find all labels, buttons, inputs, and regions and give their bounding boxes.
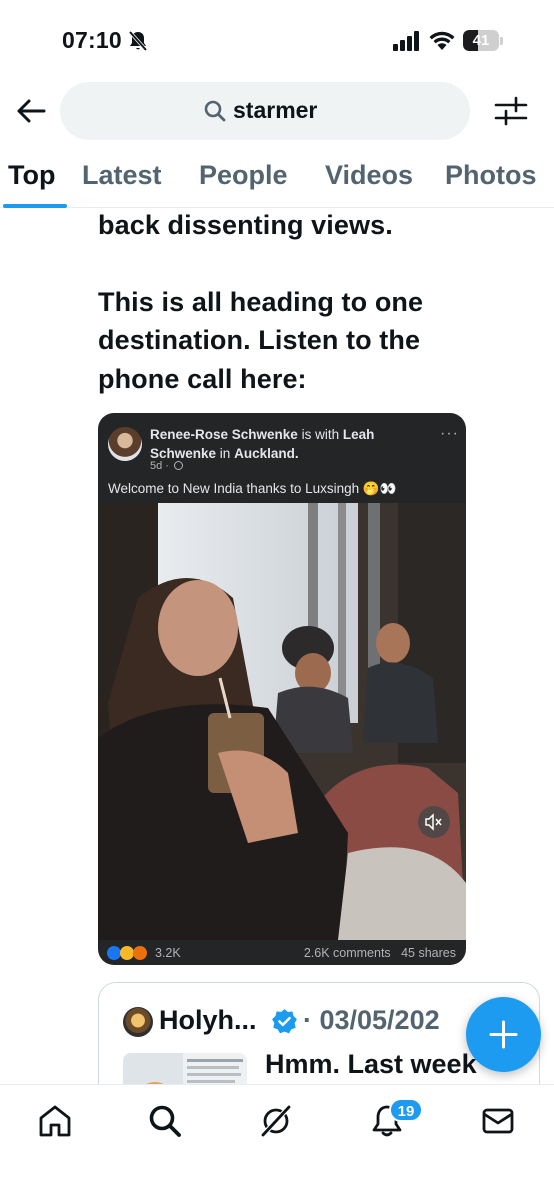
avatar xyxy=(123,1007,153,1037)
bell-off-icon xyxy=(128,30,148,52)
search-tabs: Top Latest People Videos Photos xyxy=(0,150,554,208)
bottom-navigation: 19 xyxy=(0,1084,554,1199)
search-query: starmer xyxy=(233,97,318,123)
plus-icon xyxy=(489,1020,518,1049)
cellular-signal-icon xyxy=(393,31,419,51)
embed-author: Renee-Rose Schwenke xyxy=(150,427,298,442)
verified-badge-icon xyxy=(272,1009,297,1034)
embed-caption: Welcome to New India thanks to Luxsingh … xyxy=(108,481,397,496)
speaker-mute-icon xyxy=(425,813,442,831)
tab-top[interactable]: Top xyxy=(8,160,55,191)
status-bar: 07:10 41 xyxy=(0,0,554,80)
search-input[interactable]: starmer xyxy=(60,82,470,140)
reaction-count: 3.2K xyxy=(155,946,181,960)
globe-icon xyxy=(174,461,184,470)
quoted-author-name: Holyh... xyxy=(159,1005,257,1035)
embed-with-name-last: Schwenke xyxy=(150,446,217,461)
mute-button[interactable] xyxy=(418,806,450,838)
notifications-badge: 19 xyxy=(389,1098,423,1122)
embed-footer: 3.2K 2.6K comments 45 shares xyxy=(98,943,466,965)
embed-in-text: in xyxy=(219,446,231,461)
tweet-text-line: destination. Listen to the xyxy=(98,325,421,355)
wifi-icon xyxy=(429,31,455,50)
quoted-text: Hmm. Last week xyxy=(265,1049,477,1079)
back-arrow-icon[interactable] xyxy=(14,94,48,128)
comment-count: 2.6K comments xyxy=(303,946,391,960)
embed-location: Auckland. xyxy=(234,446,299,461)
tweet-text-line: back dissenting views. xyxy=(98,210,393,240)
compose-button[interactable] xyxy=(466,997,541,1072)
battery-indicator: 41 xyxy=(463,30,503,52)
tweet-text-line: phone call here: xyxy=(98,364,307,394)
messages-envelope-icon[interactable] xyxy=(480,1103,516,1139)
grok-icon[interactable] xyxy=(258,1103,294,1139)
tab-photos[interactable]: Photos xyxy=(445,160,537,191)
embed-meta: 5d · xyxy=(150,460,184,472)
status-time: 07:10 xyxy=(62,27,122,53)
explore-search-icon[interactable] xyxy=(147,1103,183,1139)
avatar xyxy=(108,427,142,461)
tweet-text-line: This is all heading to one xyxy=(98,287,424,317)
reaction-emojis-icon xyxy=(107,946,147,960)
tweet-media[interactable]: Renee-Rose Schwenke is with Leah Schwenk… xyxy=(98,413,466,965)
active-tab-indicator xyxy=(3,204,67,208)
embed-age: 5d · xyxy=(150,460,169,472)
tab-people[interactable]: People xyxy=(199,160,288,191)
embed-stats: 2.6K comments 45 shares xyxy=(304,946,456,960)
filter-sliders-icon[interactable] xyxy=(494,95,528,127)
battery-percent: 41 xyxy=(472,32,490,49)
embed-with-text: is with xyxy=(301,427,340,442)
embed-post-header: Renee-Rose Schwenke is with Leah Schwenk… xyxy=(150,425,440,463)
search-icon xyxy=(204,100,226,122)
home-icon[interactable] xyxy=(37,1103,73,1139)
share-count: 45 shares xyxy=(401,946,456,960)
more-options-icon: ··· xyxy=(440,425,459,442)
tab-latest[interactable]: Latest xyxy=(82,160,162,191)
cafe-photo xyxy=(98,503,466,940)
tab-videos[interactable]: Videos xyxy=(325,160,413,191)
embed-with-name-first: Leah xyxy=(342,427,375,442)
quoted-date: · 03/05/202 xyxy=(303,1005,440,1035)
